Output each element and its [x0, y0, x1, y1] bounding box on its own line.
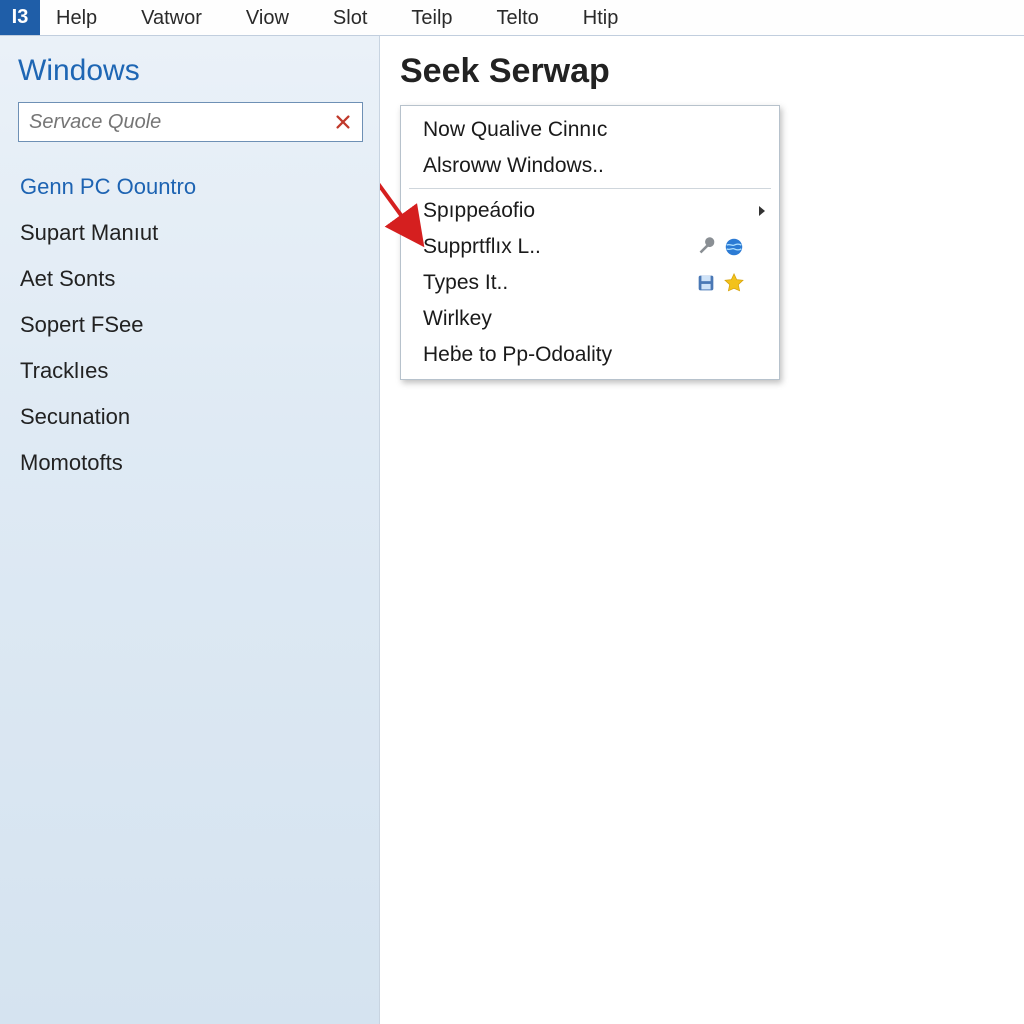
wrench-icon [695, 236, 717, 258]
star-icon [723, 272, 745, 294]
sidebar: Windows Genn PC Oountro Supart Manıut Ae… [0, 36, 380, 1024]
menu-htip[interactable]: Htip [567, 0, 635, 35]
menu-viow[interactable]: Viow [230, 0, 305, 35]
clear-search-icon[interactable] [332, 111, 354, 133]
cm-label: Now Qualive Cinnıc [423, 118, 763, 142]
page-title: Seek Serwap [400, 52, 1004, 91]
search-field-wrap [18, 102, 363, 142]
cm-separator [409, 188, 771, 189]
sidebar-title: Windows [18, 54, 363, 88]
cm-label: Wirlkey [423, 307, 763, 331]
menubar: I3 Help Vatwor Viow Slot Teilp Telto Hti… [0, 0, 1024, 36]
cm-item-types-it[interactable]: Types It.. [401, 265, 779, 301]
sidebar-item-supart[interactable]: Supart Manıut [18, 210, 363, 256]
sidebar-item-tracklies[interactable]: Tracklıes [18, 348, 363, 394]
menu-slot[interactable]: Slot [317, 0, 383, 35]
cm-label: Spıppeáofio [423, 199, 763, 223]
main-content: Seek Serwap Now Qualive Cinnıc Alsroww W… [380, 36, 1024, 1024]
cm-item-hebe-odoality[interactable]: Heḃe to Pp-Odoality [401, 337, 779, 373]
menu-telto[interactable]: Telto [481, 0, 555, 35]
menu-teilp[interactable]: Teilp [395, 0, 468, 35]
sidebar-list: Genn PC Oountro Supart Manıut Aet Sonts … [18, 164, 363, 486]
cm-item-supprtflix[interactable]: Supprtflıx L.. [401, 229, 779, 265]
globe-icon [723, 236, 745, 258]
sidebar-item-sopert[interactable]: Sopert FSee [18, 302, 363, 348]
cm-label: Alsroww Windows.. [423, 154, 763, 178]
sidebar-item-aetsonts[interactable]: Aet Sonts [18, 256, 363, 302]
sidebar-item-momotofts[interactable]: Momotofts [18, 440, 363, 486]
sidebar-item-genn-pc[interactable]: Genn PC Oountro [18, 164, 363, 210]
disk-icon [695, 272, 717, 294]
cm-item-wirlkey[interactable]: Wirlkey [401, 301, 779, 337]
cm-item-spippeofio[interactable]: Spıppeáofio [401, 193, 779, 229]
sidebar-item-secunation[interactable]: Secunation [18, 394, 363, 440]
menu-help[interactable]: Help [40, 0, 113, 35]
menu-vatwor[interactable]: Vatwor [125, 0, 218, 35]
submenu-arrow-icon [759, 206, 765, 216]
search-input[interactable] [29, 111, 332, 134]
context-menu: Now Qualive Cinnıc Alsroww Windows.. Spı… [400, 105, 780, 380]
cm-label: Heḃe to Pp-Odoality [423, 343, 763, 367]
cm-item-alsroww-windows[interactable]: Alsroww Windows.. [401, 148, 779, 184]
cm-item-now-qualive[interactable]: Now Qualive Cinnıc [401, 112, 779, 148]
app-icon: I3 [0, 0, 40, 35]
